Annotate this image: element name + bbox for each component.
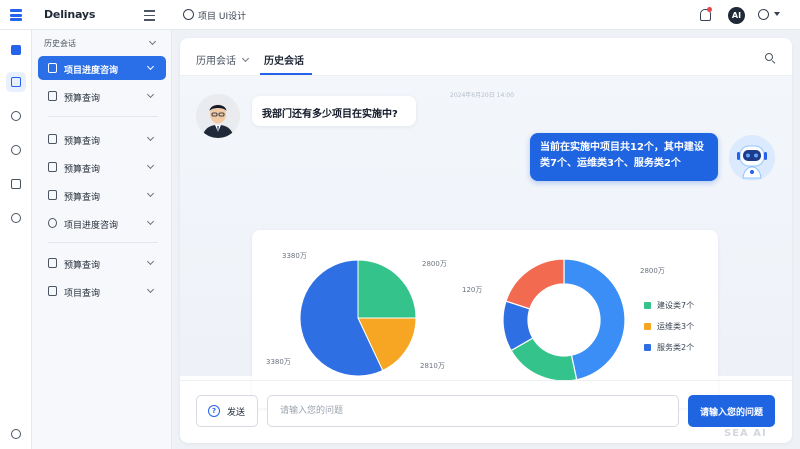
chevron-down-icon [146, 285, 155, 294]
divider [48, 116, 158, 117]
sidebar-item-project-query[interactable]: 项目查询 [38, 279, 166, 303]
user-message-text: 我部门还有多少项目在实施中? [262, 109, 398, 120]
chevron-down-icon [146, 133, 155, 142]
legend-swatch [644, 323, 651, 330]
chevron-down-icon [146, 161, 155, 170]
chat-panel: 历用会话 历史会话 2024年6月20日 14:00 我部门还有多少项目在实施中… [180, 38, 792, 443]
calendar-icon[interactable] [6, 174, 26, 194]
doc-blue-icon[interactable] [6, 40, 26, 60]
user-avatar [196, 94, 240, 138]
donut-label: 120万 [462, 286, 482, 294]
divider [48, 242, 158, 243]
search-icon[interactable] [765, 53, 773, 61]
sidebar-item-label: 项目查询 [64, 289, 101, 299]
assistant-message-bubble: 当前在实施中项目共12个，其中建设类7个、运维类3个、服务类2个 [530, 133, 718, 181]
icon-rail [0, 30, 32, 449]
sidebar-item-label: 预算查询 [64, 165, 101, 175]
sidebar-item-label: 预算查询 [64, 193, 101, 203]
chat-icon [48, 218, 57, 228]
user-account-icon[interactable] [758, 9, 769, 20]
team-icon[interactable] [6, 106, 26, 126]
chat-doc-icon[interactable] [6, 72, 26, 92]
sidebar-item-budget[interactable]: 预算查询 [38, 84, 166, 108]
tab-current[interactable]: 历史会话 [264, 52, 304, 67]
chevron-down-icon[interactable] [774, 12, 780, 16]
send-button-label: 发送 [227, 408, 246, 418]
doc-icon [48, 134, 57, 144]
history-sidebar: 历史会话 项目进度咨询 预算查询 预算查询 预算查询 预算查询 项目进度咨询 预… [32, 30, 172, 449]
legend-label: 服务类2个 [657, 343, 695, 352]
chevron-down-icon [146, 217, 155, 226]
checklist-icon [48, 258, 57, 268]
sidebar-item-budget[interactable]: 预算查询 [38, 183, 166, 207]
watermark: SEA AI [724, 428, 767, 439]
menu-toggle-icon[interactable] [144, 10, 155, 21]
doc-icon [48, 162, 57, 172]
submit-button[interactable]: 请输入您的问题 [688, 395, 775, 427]
doc-icon [48, 190, 57, 200]
donut-segment [505, 258, 565, 310]
sidebar-item-label: 预算查询 [64, 94, 101, 104]
pie-label: 2800万 [422, 260, 447, 268]
tab-label: 历用会话 [196, 56, 236, 67]
pie-label: 2810万 [420, 362, 445, 370]
donut-label: 2800万 [640, 267, 665, 275]
message-timestamp: 2024年6月20日 14:00 [450, 92, 514, 99]
sidebar-item-label: 预算查询 [64, 261, 101, 271]
sidebar-item-label: 项目进度咨询 [64, 221, 119, 231]
settings-icon[interactable] [6, 208, 26, 228]
sidebar-item-budget[interactable]: 预算查询 [38, 127, 166, 151]
legend-swatch [644, 302, 651, 309]
chevron-down-icon [146, 90, 155, 99]
brand-logo-icon [10, 9, 22, 21]
user-message-bubble: 我部门还有多少项目在实施中? [252, 96, 416, 126]
sidebar-item-project-progress[interactable]: 项目进度咨询 [38, 211, 166, 235]
sidebar-section-label: 历史会话 [44, 39, 76, 48]
chevron-down-icon [146, 62, 155, 71]
chevron-down-icon [242, 54, 250, 63]
tab-history[interactable]: 历用会话 [196, 52, 250, 67]
pie-slice [357, 259, 417, 319]
checklist-icon [48, 286, 57, 296]
question-input[interactable] [267, 395, 679, 427]
chat-area: 2024年6月20日 14:00 我部门还有多少项目在实施中? 当前在实施中项目… [180, 76, 792, 408]
chat-doc-icon [48, 63, 57, 73]
sidebar-item-budget[interactable]: 预算查询 [38, 251, 166, 275]
sidebar-section-header[interactable]: 历史会话 [32, 36, 172, 52]
assistant-message-text: 当前在实施中项目共12个，其中建设类7个、运维类3个、服务类2个 [540, 142, 704, 169]
pie-label: 3380万 [266, 358, 291, 366]
sidebar-item-budget[interactable]: 预算查询 [38, 155, 166, 179]
send-button[interactable]: ? 发送 [196, 395, 258, 427]
project-icon [183, 9, 194, 20]
help-circle-icon: ? [208, 405, 220, 417]
chevron-down-icon [146, 189, 155, 198]
input-bar: ? 发送 请输入您的问题 [180, 380, 792, 443]
robot-avatar-icon [728, 134, 776, 182]
sidebar-item-label: 项目进度咨询 [64, 66, 119, 76]
sidebar-item-project-progress[interactable]: 项目进度咨询 [38, 56, 166, 80]
notification-dot [707, 7, 712, 12]
sidebar-item-label: 预算查询 [64, 137, 101, 147]
pie-label: 3380万 [282, 252, 307, 260]
legend-swatch [644, 344, 651, 351]
ai-avatar[interactable]: AI [728, 7, 745, 24]
legend-label: 建设类7个 [657, 301, 695, 310]
doc-icon [48, 91, 57, 101]
project-title: 项目 UI设计 [198, 12, 247, 22]
brand-name: Delinays [44, 8, 96, 21]
chevron-down-icon [148, 37, 157, 46]
clock-icon[interactable] [6, 424, 26, 444]
chevron-down-icon [146, 257, 155, 266]
legend-label: 运维类3个 [657, 322, 695, 331]
user-card-icon[interactable] [6, 140, 26, 160]
top-bar: Delinays 项目 UI设计 AI [0, 0, 800, 30]
